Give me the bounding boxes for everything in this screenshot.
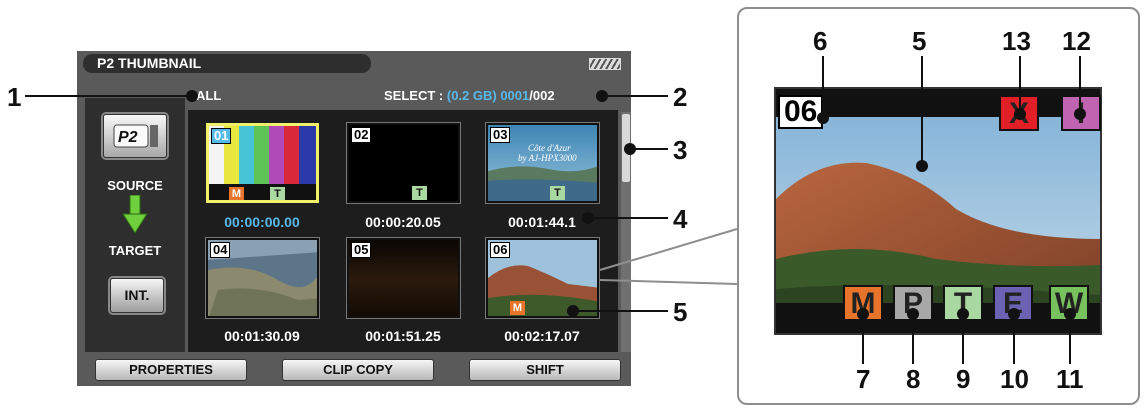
- callout-6-line: [822, 56, 824, 116]
- callout-12-dot: [1074, 108, 1086, 120]
- callout-13: 13: [1002, 26, 1031, 56]
- callout-10-dot: [1008, 308, 1020, 320]
- zoom-clip-number: 06: [778, 95, 824, 129]
- callout-9: 9: [956, 364, 971, 394]
- callout-7: 7: [856, 364, 871, 394]
- callout-9-dot: [957, 308, 969, 320]
- callout-7-dot: [857, 308, 869, 320]
- callout-8-dot: [907, 308, 919, 320]
- callout-5r-line: [921, 56, 923, 164]
- callout-13-dot: [1014, 108, 1026, 120]
- callout-12-line: [1079, 56, 1081, 112]
- callout-13-line: [1019, 56, 1021, 112]
- callout-5-right: 5: [912, 26, 927, 56]
- callout-8: 8: [906, 364, 921, 394]
- callout-6-dot: [817, 112, 829, 124]
- callout-10: 10: [1000, 364, 1029, 394]
- callout-12: 12: [1062, 26, 1091, 56]
- callout-6: 6: [813, 26, 828, 56]
- callout-11: 11: [1056, 364, 1084, 394]
- callout-11-dot: [1064, 308, 1076, 320]
- callout-5r-dot: [916, 160, 928, 172]
